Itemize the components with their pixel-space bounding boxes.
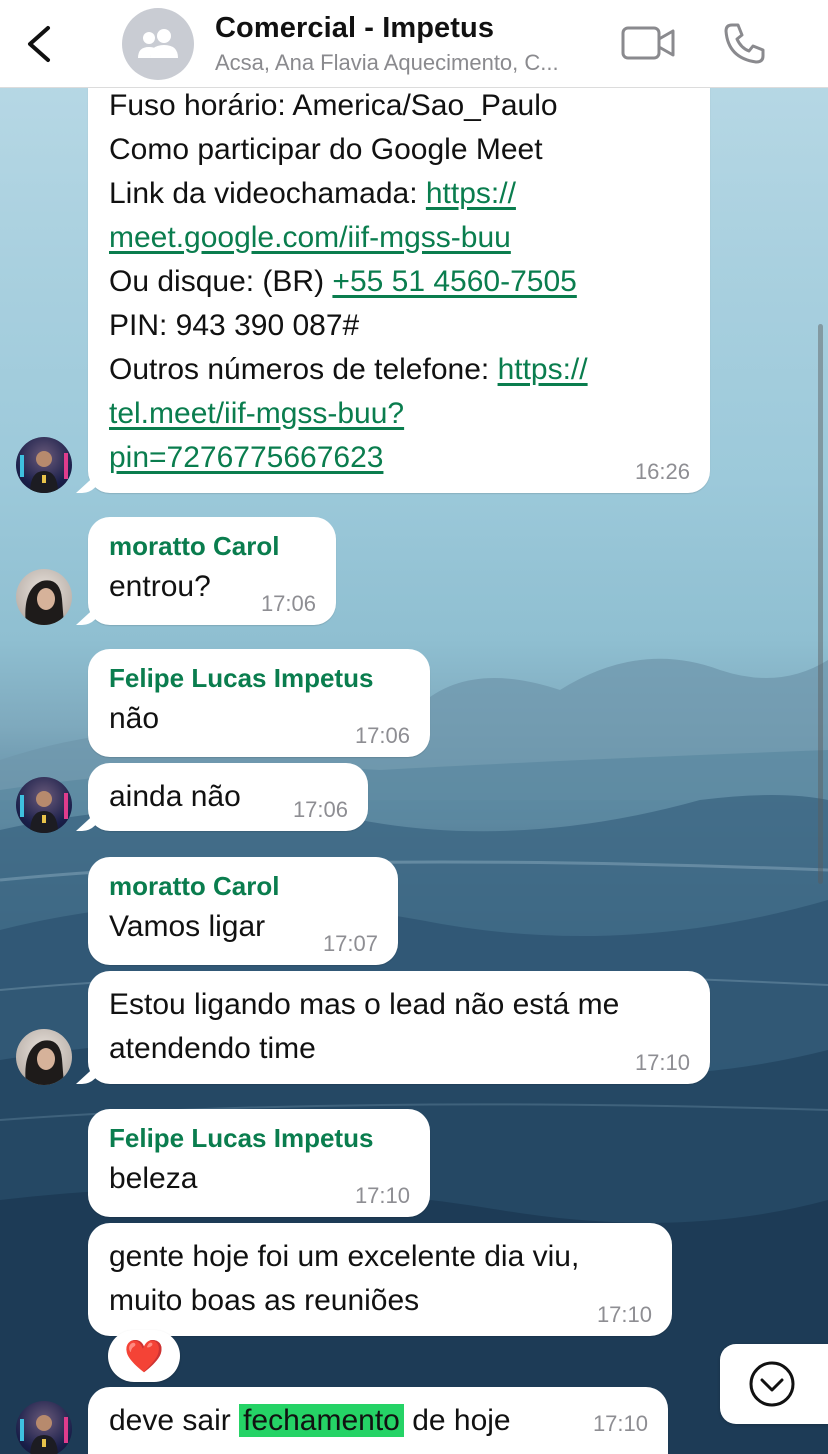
message-bubble[interactable]: Felipe Lucas Impetus não 17:06 xyxy=(88,649,430,757)
message-text: Vamos ligar xyxy=(109,910,266,943)
avatar-carol[interactable] xyxy=(16,1029,72,1085)
message-text: não xyxy=(109,702,160,735)
chevron-left-icon xyxy=(28,26,50,62)
message-text: Link da videochamada: https:// xyxy=(109,172,516,216)
person-photo-icon xyxy=(25,1040,64,1085)
avatar-felipe[interactable] xyxy=(16,777,72,833)
message-bubble[interactable]: gente hoje foi um excelente dia viu, mui… xyxy=(88,1223,672,1336)
message-time: 17:10 xyxy=(592,1411,648,1436)
avatar-felipe[interactable] xyxy=(16,437,72,493)
message-text-part: deve sair xyxy=(109,1404,240,1437)
group-people-icon xyxy=(138,29,178,58)
message-bubble[interactable]: moratto Carol Vamos ligar 17:07 xyxy=(88,857,398,965)
chevron-down-circle-icon xyxy=(749,1361,795,1407)
person-photo-icon xyxy=(20,1415,68,1454)
message-text: ainda não xyxy=(109,780,241,813)
message-text: PIN: 943 390 087# xyxy=(109,309,360,342)
message-text: meet.google.com/iif-mgss-buu xyxy=(109,216,511,260)
message-list[interactable]: Fuso horário: America/Sao_Paulo Como par… xyxy=(0,58,828,1454)
scrollbar[interactable] xyxy=(818,324,823,884)
message-time: 16:26 xyxy=(634,459,690,484)
sender-name[interactable]: Felipe Lucas Impetus xyxy=(109,663,373,694)
message-text: muito boas as reuniões xyxy=(109,1284,420,1317)
video-camera-icon xyxy=(621,26,675,60)
scroll-to-bottom-button[interactable] xyxy=(720,1344,828,1424)
phone-number-link[interactable]: +55 51 4560-7505 xyxy=(332,265,576,298)
other-numbers-link-continued[interactable]: tel.meet/iif-mgss-buu? xyxy=(109,397,404,430)
heart-reaction[interactable]: ❤️ xyxy=(108,1330,180,1382)
message-text-part: de hoje xyxy=(403,1404,511,1437)
back-button[interactable] xyxy=(18,22,62,66)
dial-label: Ou disque: (BR) xyxy=(109,265,333,298)
chat-header: Comercial - Impetus Acsa, Ana Flavia Aqu… xyxy=(0,0,828,88)
search-highlight: fechamento xyxy=(239,1404,404,1437)
phone-icon xyxy=(724,23,765,64)
voice-call-button[interactable] xyxy=(720,20,768,68)
sender-name[interactable]: moratto Carol xyxy=(109,871,279,902)
message-text: atendendo time xyxy=(109,1032,316,1065)
message-time: 17:06 xyxy=(292,797,348,822)
message-bubble[interactable]: ainda não 17:06 xyxy=(88,763,368,831)
message-text: Ou disque: (BR) +55 51 4560-7505 xyxy=(109,260,577,304)
message-time: 17:10 xyxy=(634,1050,690,1075)
message-text: deve sair fechamento de hoje xyxy=(109,1399,511,1443)
message-time: 17:10 xyxy=(596,1302,652,1327)
person-photo-icon xyxy=(20,791,68,833)
chat-participants[interactable]: Acsa, Ana Flavia Aquecimento, C... xyxy=(215,50,607,76)
video-call-button[interactable] xyxy=(620,22,678,64)
avatar-carol[interactable] xyxy=(16,569,72,625)
message-time: 17:06 xyxy=(260,591,316,616)
message-text: Como participar do Google Meet xyxy=(109,133,543,166)
other-numbers-link[interactable]: https:// xyxy=(498,353,588,386)
message-text: Fuso horário: America/Sao_Paulo xyxy=(109,89,558,122)
message-bubble[interactable]: deve sair fechamento de hoje 17:10 xyxy=(88,1387,668,1454)
person-photo-icon xyxy=(25,580,64,625)
heart-icon: ❤️ xyxy=(124,1338,164,1374)
message-text: Outros números de telefone: https:// xyxy=(109,348,588,392)
message-text: gente hoje foi um excelente dia viu, xyxy=(109,1240,580,1273)
meet-link[interactable]: https:// xyxy=(426,177,516,210)
other-numbers-label: Outros números de telefone: xyxy=(109,353,498,386)
message-bubble[interactable]: moratto Carol entrou? 17:06 xyxy=(88,517,336,625)
message-text: Estou ligando mas o lead não está me xyxy=(109,988,620,1021)
message-time: 17:06 xyxy=(354,723,410,748)
message-text: beleza xyxy=(109,1162,198,1195)
person-photo-icon xyxy=(20,451,68,493)
meet-link-continued[interactable]: meet.google.com/iif-mgss-buu xyxy=(109,221,511,254)
message-text: pin=7276775667623 xyxy=(109,436,383,480)
message-bubble[interactable]: Felipe Lucas Impetus beleza 17:10 xyxy=(88,1109,430,1217)
avatar-felipe[interactable] xyxy=(16,1401,72,1454)
message-text: entrou? xyxy=(109,570,211,603)
link-label: Link da videochamada: xyxy=(109,177,426,210)
message-bubble[interactable]: Estou ligando mas o lead não está me ate… xyxy=(88,971,710,1084)
chat-title[interactable]: Comercial - Impetus xyxy=(215,12,494,45)
sender-name[interactable]: moratto Carol xyxy=(109,531,279,562)
message-time: 17:10 xyxy=(354,1183,410,1208)
sender-name[interactable]: Felipe Lucas Impetus xyxy=(109,1123,373,1154)
other-numbers-link-continued[interactable]: pin=7276775667623 xyxy=(109,441,383,474)
message-bubble[interactable]: Fuso horário: America/Sao_Paulo Como par… xyxy=(88,58,710,493)
message-time: 17:07 xyxy=(322,931,378,956)
group-avatar[interactable] xyxy=(122,8,194,80)
message-text: tel.meet/iif-mgss-buu? xyxy=(109,392,404,436)
